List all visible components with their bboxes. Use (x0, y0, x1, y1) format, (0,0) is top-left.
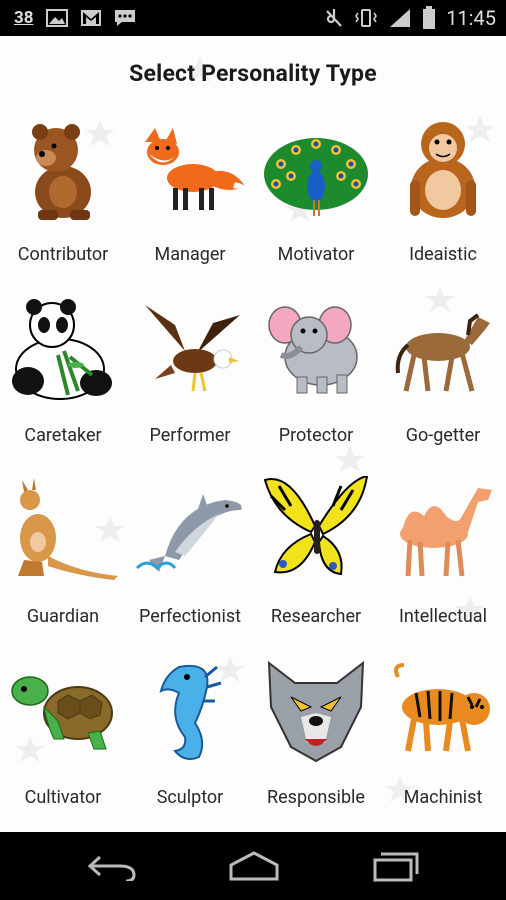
peacock-icon (264, 138, 368, 216)
image-icon (45, 9, 68, 27)
personality-item-guardian[interactable]: Guardian (0, 470, 126, 650)
personality-label: Guardian (26, 606, 100, 627)
personality-label: Go-getter (405, 425, 481, 446)
home-button[interactable] (224, 846, 284, 886)
personality-item-perfectionist[interactable]: Perfectionist (127, 470, 253, 650)
personality-item-intellectual[interactable]: Intellectual (380, 470, 506, 650)
camel-icon (400, 488, 492, 577)
personality-item-sculptor[interactable]: Sculptor (127, 651, 253, 831)
butterfly-icon (263, 476, 369, 576)
turtle-icon (11, 676, 113, 750)
personality-label: Motivator (277, 244, 355, 265)
wolf-icon (267, 660, 365, 763)
personality-label: Manager (154, 244, 226, 265)
recents-button[interactable] (366, 846, 426, 886)
status-bar: 38 11:45 (0, 0, 506, 36)
personality-label: Researcher (270, 606, 362, 627)
personality-label: Responsible (267, 787, 365, 808)
personality-label: Protector (278, 425, 354, 446)
chat-icon (114, 10, 135, 26)
dolphin-icon (135, 494, 242, 572)
horse-icon (395, 313, 490, 392)
personality-label: Sculptor (156, 787, 224, 808)
battery-icon (423, 6, 436, 29)
status-bar-left: 38 (14, 0, 136, 36)
elephant-icon (268, 306, 358, 394)
fox-icon (145, 128, 245, 210)
personality-item-machinist[interactable]: Machinist (380, 651, 506, 831)
personality-item-ideaistic[interactable]: Ideaistic (380, 108, 506, 288)
back-button[interactable] (82, 846, 142, 886)
clock: 11:45 (446, 6, 496, 30)
gmail-icon (80, 10, 101, 26)
mute-icon (326, 9, 342, 27)
personality-item-motivator[interactable]: Motivator (253, 108, 379, 288)
status-bar-right: 11:45 (324, 0, 496, 36)
personality-screen: Select Personality Type Contributor Mana… (0, 36, 506, 832)
notification-count: 38 (14, 8, 34, 28)
personality-label: Performer (149, 425, 231, 446)
personality-item-researcher[interactable]: Researcher (253, 470, 379, 650)
personality-label: Ideaistic (409, 244, 477, 265)
personality-item-cultivator[interactable]: Cultivator (0, 651, 126, 831)
back-icon (87, 855, 136, 881)
signal-icon (390, 9, 411, 27)
page-title: Select Personality Type (129, 60, 377, 87)
tiger-icon (394, 663, 490, 752)
personality-label: Caretaker (24, 425, 102, 446)
personality-label: Perfectionist (138, 606, 242, 627)
kangaroo-icon (18, 478, 118, 580)
personality-item-caretaker[interactable]: Caretaker (0, 289, 126, 469)
personality-item-contributor[interactable]: Contributor (0, 108, 126, 288)
personality-item-protector[interactable]: Protector (253, 289, 379, 469)
navigation-bar (0, 832, 506, 900)
orangutan-icon (410, 122, 476, 218)
personality-item-performer[interactable]: Performer (127, 289, 253, 469)
eagle-icon (145, 305, 240, 392)
panda-icon (12, 299, 112, 400)
personality-label: Intellectual (399, 606, 487, 627)
seahorse-icon (159, 665, 222, 760)
personality-label: Contributor (17, 244, 109, 265)
personality-item-responsible[interactable]: Responsible (253, 651, 379, 831)
recents-icon (373, 852, 419, 882)
bear-icon (32, 124, 91, 220)
personality-label: Cultivator (24, 787, 102, 808)
vibrate-icon (355, 9, 378, 27)
home-icon (229, 851, 279, 881)
personality-label: Machinist (403, 787, 483, 808)
personality-item-manager[interactable]: Manager (127, 108, 253, 288)
personality-item-go-getter[interactable]: Go-getter (380, 289, 506, 469)
